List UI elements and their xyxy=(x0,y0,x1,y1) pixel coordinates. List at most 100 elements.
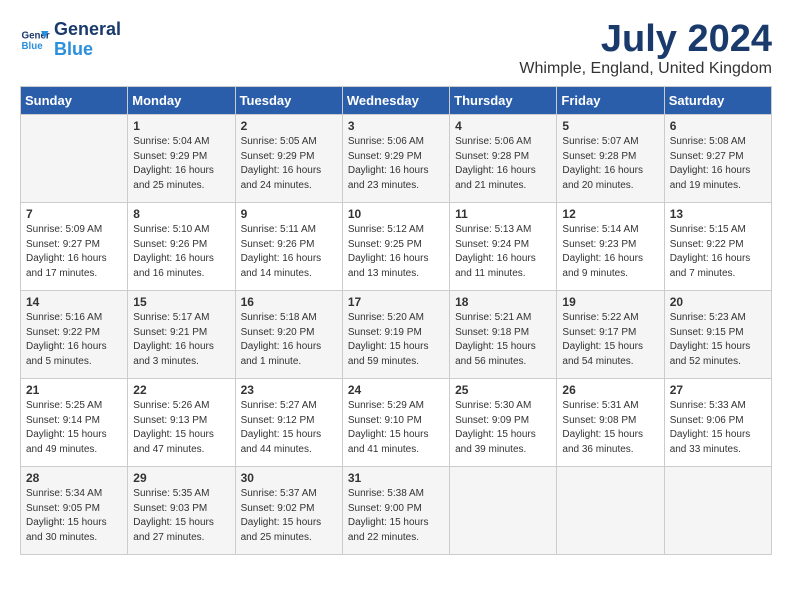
day-number: 25 xyxy=(455,383,551,397)
day-number: 28 xyxy=(26,471,122,485)
calendar-cell: 5Sunrise: 5:07 AM Sunset: 9:28 PM Daylig… xyxy=(557,115,664,203)
calendar-day-header: Monday xyxy=(128,87,235,115)
day-info: Sunrise: 5:07 AM Sunset: 9:28 PM Dayligh… xyxy=(562,135,658,193)
day-number: 14 xyxy=(26,295,122,309)
day-number: 2 xyxy=(241,119,337,133)
day-info: Sunrise: 5:27 AM Sunset: 9:12 PM Dayligh… xyxy=(241,399,337,457)
day-number: 20 xyxy=(670,295,766,309)
calendar-cell xyxy=(664,467,771,555)
day-info: Sunrise: 5:06 AM Sunset: 9:29 PM Dayligh… xyxy=(348,135,444,193)
calendar-cell: 20 Sunrise: 5:23 AM Sunset: 9:15 PM Dayli… xyxy=(664,291,771,379)
day-info: Sunrise: 5:35 AM Sunset: 9:03 PM Dayligh… xyxy=(133,487,229,545)
day-number: 4 xyxy=(455,119,551,133)
day-number: 27 xyxy=(670,383,766,397)
day-number: 11 xyxy=(455,207,551,221)
day-number: 7 xyxy=(26,207,122,221)
day-info: Sunrise: 5:34 AM Sunset: 9:05 PM Dayligh… xyxy=(26,487,122,545)
day-number: 30 xyxy=(241,471,337,485)
calendar-cell: 30 Sunrise: 5:37 AM Sunset: 9:02 PM Dayli… xyxy=(235,467,342,555)
day-info: Sunrise: 5:22 AM Sunset: 9:17 PM Dayligh… xyxy=(562,311,658,369)
day-number: 3 xyxy=(348,119,444,133)
calendar-cell: 13 Sunrise: 5:15 AM Sunset: 9:22 PM Dayli… xyxy=(664,203,771,291)
calendar-cell: 2 Sunrise: 5:05 AM Sunset: 9:29 PM Daylig… xyxy=(235,115,342,203)
calendar-cell: 18 Sunrise: 5:21 AM Sunset: 9:18 PM Dayli… xyxy=(450,291,557,379)
calendar-table: SundayMondayTuesdayWednesdayThursdayFrid… xyxy=(20,86,772,555)
calendar-cell: 11 Sunrise: 5:13 AM Sunset: 9:24 PM Dayli… xyxy=(450,203,557,291)
calendar-cell: 24Sunrise: 5:29 AM Sunset: 9:10 PM Dayli… xyxy=(342,379,449,467)
day-number: 13 xyxy=(670,207,766,221)
calendar-cell: 22Sunrise: 5:26 AM Sunset: 9:13 PM Dayli… xyxy=(128,379,235,467)
day-info: Sunrise: 5:33 AM Sunset: 9:06 PM Dayligh… xyxy=(670,399,766,457)
day-number: 1 xyxy=(133,119,229,133)
logo-line2: Blue xyxy=(54,40,121,60)
day-number: 29 xyxy=(133,471,229,485)
calendar-cell: 19 Sunrise: 5:22 AM Sunset: 9:17 PM Dayli… xyxy=(557,291,664,379)
calendar-cell: 16Sunrise: 5:18 AM Sunset: 9:20 PM Dayli… xyxy=(235,291,342,379)
day-info: Sunrise: 5:14 AM Sunset: 9:23 PM Dayligh… xyxy=(562,223,658,281)
calendar-cell: 1 Sunrise: 5:04 AM Sunset: 9:29 PM Daylig… xyxy=(128,115,235,203)
calendar-day-header: Tuesday xyxy=(235,87,342,115)
day-info: Sunrise: 5:05 AM Sunset: 9:29 PM Dayligh… xyxy=(241,135,337,193)
day-info: Sunrise: 5:25 AM Sunset: 9:14 PM Dayligh… xyxy=(26,399,122,457)
day-info: Sunrise: 5:08 AM Sunset: 9:27 PM Dayligh… xyxy=(670,135,766,193)
calendar-cell: 4 Sunrise: 5:06 AM Sunset: 9:28 PM Daylig… xyxy=(450,115,557,203)
calendar-cell: 23 Sunrise: 5:27 AM Sunset: 9:12 PM Dayli… xyxy=(235,379,342,467)
day-number: 12 xyxy=(562,207,658,221)
day-number: 21 xyxy=(26,383,122,397)
calendar-week-row: 7 Sunrise: 5:09 AM Sunset: 9:27 PM Daylig… xyxy=(21,203,772,291)
calendar-day-header: Sunday xyxy=(21,87,128,115)
calendar-day-header: Friday xyxy=(557,87,664,115)
calendar-cell xyxy=(450,467,557,555)
day-info: Sunrise: 5:04 AM Sunset: 9:29 PM Dayligh… xyxy=(133,135,229,193)
day-number: 17 xyxy=(348,295,444,309)
day-info: Sunrise: 5:37 AM Sunset: 9:02 PM Dayligh… xyxy=(241,487,337,545)
calendar-cell: 26Sunrise: 5:31 AM Sunset: 9:08 PM Dayli… xyxy=(557,379,664,467)
day-info: Sunrise: 5:38 AM Sunset: 9:00 PM Dayligh… xyxy=(348,487,444,545)
calendar-cell: 6 Sunrise: 5:08 AM Sunset: 9:27 PM Daylig… xyxy=(664,115,771,203)
calendar-week-row: 28 Sunrise: 5:34 AM Sunset: 9:05 PM Dayli… xyxy=(21,467,772,555)
calendar-header-row: SundayMondayTuesdayWednesdayThursdayFrid… xyxy=(21,87,772,115)
calendar-cell: 3 Sunrise: 5:06 AM Sunset: 9:29 PM Daylig… xyxy=(342,115,449,203)
calendar-cell: 7 Sunrise: 5:09 AM Sunset: 9:27 PM Daylig… xyxy=(21,203,128,291)
day-number: 10 xyxy=(348,207,444,221)
day-info: Sunrise: 5:13 AM Sunset: 9:24 PM Dayligh… xyxy=(455,223,551,281)
day-number: 6 xyxy=(670,119,766,133)
day-info: Sunrise: 5:17 AM Sunset: 9:21 PM Dayligh… xyxy=(133,311,229,369)
day-number: 31 xyxy=(348,471,444,485)
day-number: 23 xyxy=(241,383,337,397)
day-info: Sunrise: 5:09 AM Sunset: 9:27 PM Dayligh… xyxy=(26,223,122,281)
calendar-cell: 9Sunrise: 5:11 AM Sunset: 9:26 PM Daylig… xyxy=(235,203,342,291)
day-number: 19 xyxy=(562,295,658,309)
day-info: Sunrise: 5:26 AM Sunset: 9:13 PM Dayligh… xyxy=(133,399,229,457)
day-info: Sunrise: 5:16 AM Sunset: 9:22 PM Dayligh… xyxy=(26,311,122,369)
calendar-cell: 25Sunrise: 5:30 AM Sunset: 9:09 PM Dayli… xyxy=(450,379,557,467)
day-info: Sunrise: 5:29 AM Sunset: 9:10 PM Dayligh… xyxy=(348,399,444,457)
day-number: 8 xyxy=(133,207,229,221)
day-info: Sunrise: 5:21 AM Sunset: 9:18 PM Dayligh… xyxy=(455,311,551,369)
logo-icon: General Blue xyxy=(20,25,50,55)
month-title: July 2024 xyxy=(519,20,772,58)
day-info: Sunrise: 5:06 AM Sunset: 9:28 PM Dayligh… xyxy=(455,135,551,193)
day-info: Sunrise: 5:15 AM Sunset: 9:22 PM Dayligh… xyxy=(670,223,766,281)
calendar-cell: 15Sunrise: 5:17 AM Sunset: 9:21 PM Dayli… xyxy=(128,291,235,379)
svg-text:Blue: Blue xyxy=(22,41,44,52)
calendar-day-header: Wednesday xyxy=(342,87,449,115)
calendar-cell: 14 Sunrise: 5:16 AM Sunset: 9:22 PM Dayli… xyxy=(21,291,128,379)
day-info: Sunrise: 5:11 AM Sunset: 9:26 PM Dayligh… xyxy=(241,223,337,281)
day-info: Sunrise: 5:18 AM Sunset: 9:20 PM Dayligh… xyxy=(241,311,337,369)
calendar-cell: 10Sunrise: 5:12 AM Sunset: 9:25 PM Dayli… xyxy=(342,203,449,291)
logo-line1: General xyxy=(54,20,121,40)
day-number: 18 xyxy=(455,295,551,309)
calendar-cell: 27 Sunrise: 5:33 AM Sunset: 9:06 PM Dayli… xyxy=(664,379,771,467)
calendar-cell: 29 Sunrise: 5:35 AM Sunset: 9:03 PM Dayli… xyxy=(128,467,235,555)
day-info: Sunrise: 5:10 AM Sunset: 9:26 PM Dayligh… xyxy=(133,223,229,281)
calendar-cell: 31 Sunrise: 5:38 AM Sunset: 9:00 PM Dayli… xyxy=(342,467,449,555)
calendar-week-row: 14 Sunrise: 5:16 AM Sunset: 9:22 PM Dayli… xyxy=(21,291,772,379)
calendar-cell: 8 Sunrise: 5:10 AM Sunset: 9:26 PM Daylig… xyxy=(128,203,235,291)
title-area: July 2024 Whimple, England, United Kingd… xyxy=(519,20,772,78)
calendar-week-row: 21 Sunrise: 5:25 AM Sunset: 9:14 PM Dayli… xyxy=(21,379,772,467)
logo: General Blue General Blue xyxy=(20,20,121,60)
calendar-cell: 21 Sunrise: 5:25 AM Sunset: 9:14 PM Dayli… xyxy=(21,379,128,467)
location-title: Whimple, England, United Kingdom xyxy=(519,60,772,78)
day-info: Sunrise: 5:23 AM Sunset: 9:15 PM Dayligh… xyxy=(670,311,766,369)
